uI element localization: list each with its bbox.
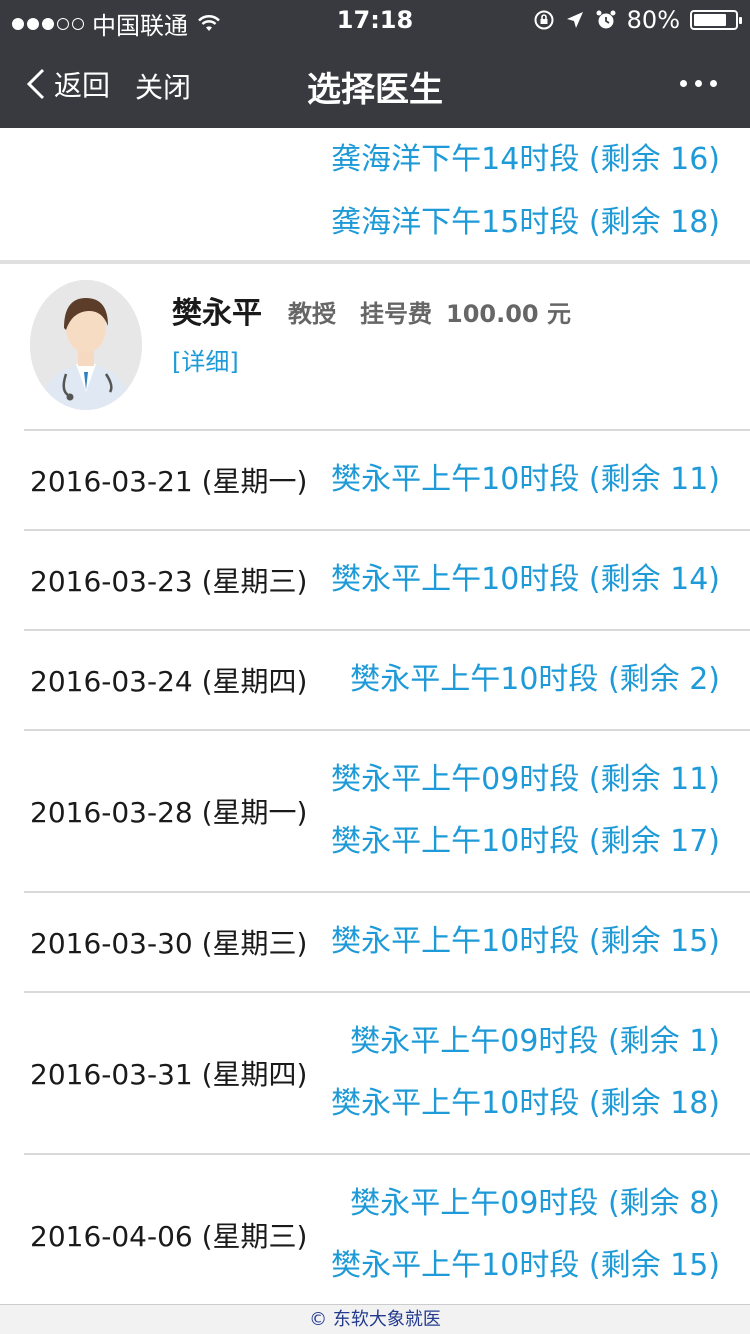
schedule-row: 2016-03-21 (星期一) 樊永平上午10时段 (剩余 11) [24, 429, 750, 529]
battery-icon [690, 10, 742, 30]
fee-label: 挂号费 [360, 300, 432, 328]
doctor-header: 樊永平 教授 挂号费 100.00 元 [详细] [0, 264, 750, 429]
status-bar: 中国联通 17:18 80% [0, 0, 750, 40]
slot-link[interactable]: 龚海洋下午15时段 (剩余 18) [0, 191, 750, 254]
schedule-row: 2016-03-28 (星期一) 樊永平上午09时段 (剩余 11) 樊永平上午… [24, 729, 750, 891]
schedule-row: 2016-04-06 (星期三) 樊永平上午09时段 (剩余 8) 樊永平上午1… [24, 1153, 750, 1304]
schedule-row: 2016-03-24 (星期四) 樊永平上午10时段 (剩余 2) [24, 629, 750, 729]
battery-percent: 80% [626, 6, 680, 34]
schedule-row: 2016-03-31 (星期四) 樊永平上午09时段 (剩余 1) 樊永平上午1… [24, 991, 750, 1153]
detail-link[interactable]: [详细] [172, 342, 239, 377]
schedule-date: 2016-03-28 (星期一) [30, 796, 308, 829]
schedule-date: 2016-03-31 (星期四) [30, 1058, 308, 1091]
schedule-row: 2016-03-23 (星期三) 樊永平上午10时段 (剩余 14) [24, 529, 750, 629]
nav-bar: 返回 关闭 选择医生 [0, 40, 750, 128]
rotation-lock-icon [534, 10, 554, 30]
doctor-name: 樊永平 [172, 296, 262, 331]
more-button[interactable] [676, 68, 720, 98]
schedule-row: 2016-03-30 (星期三) 樊永平上午10时段 (剩余 15) [24, 891, 750, 991]
schedule-date: 2016-03-24 (星期四) [30, 665, 308, 698]
more-dot [709, 79, 717, 87]
slot-list: 龚海洋下午14时段 (剩余 16) 龚海洋下午15时段 (剩余 18) [0, 128, 750, 254]
schedule-date: 2016-03-30 (星期三) [30, 927, 308, 960]
schedule-date: 2016-03-21 (星期一) [30, 465, 308, 498]
doctor-avatar [30, 280, 142, 410]
doctor-title: 教授 [288, 300, 336, 328]
location-arrow-icon [566, 12, 583, 28]
status-right: 80% [533, 6, 742, 34]
fee-value: 100.00 元 [446, 300, 571, 328]
alarm-icon [596, 10, 616, 29]
more-dot [694, 79, 702, 87]
previous-doctor-slots: 龚海洋下午14时段 (剩余 16) 龚海洋下午15时段 (剩余 18) [0, 128, 750, 260]
schedule-date: 2016-03-23 (星期三) [30, 565, 308, 598]
content: 龚海洋下午14时段 (剩余 16) 龚海洋下午15时段 (剩余 18) 樊永平 … [0, 128, 750, 1304]
page-title: 选择医生 [307, 70, 443, 110]
footer-copyright: © 东软大象就医 [0, 1304, 750, 1334]
more-dot [679, 79, 687, 87]
slot-link[interactable]: 龚海洋下午14时段 (剩余 16) [0, 128, 750, 191]
schedule-date: 2016-04-06 (星期三) [30, 1220, 308, 1253]
